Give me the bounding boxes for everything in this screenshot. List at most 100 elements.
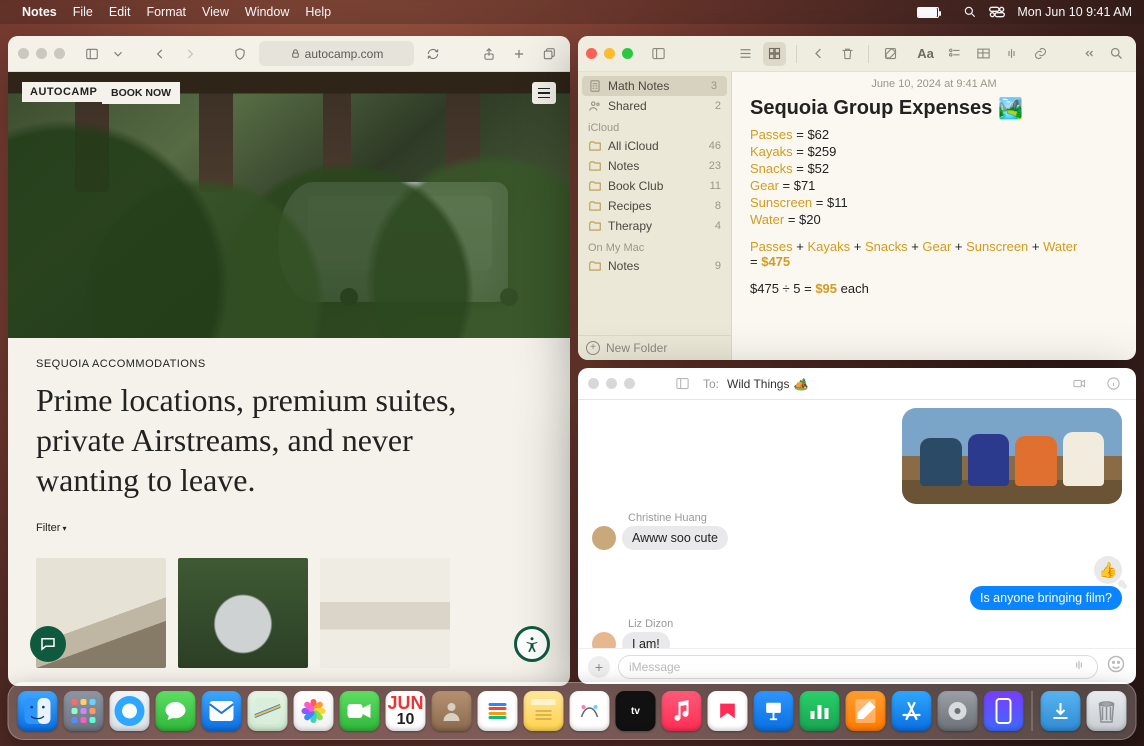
- sidebar-item-shared[interactable]: Shared 2: [578, 96, 731, 116]
- thumb-exterior[interactable]: [178, 558, 308, 668]
- sidebar-toggle-icon[interactable]: [81, 43, 103, 65]
- more-icon[interactable]: [1076, 42, 1099, 66]
- dock-app-store[interactable]: [892, 691, 932, 731]
- chevron-down-icon[interactable]: [111, 43, 125, 65]
- menu-format[interactable]: Format: [146, 5, 186, 19]
- table-icon[interactable]: [972, 42, 995, 66]
- apps-button[interactable]: +: [588, 656, 610, 678]
- safari-traffic-lights[interactable]: [18, 48, 65, 59]
- waveform-icon[interactable]: [1071, 658, 1087, 675]
- message-photo[interactable]: [902, 408, 1122, 504]
- avatar[interactable]: [592, 526, 616, 550]
- dock-finder[interactable]: [18, 691, 58, 731]
- share-icon[interactable]: [478, 43, 500, 65]
- folder-icon: [588, 139, 602, 153]
- back-icon[interactable]: [807, 42, 830, 66]
- sidebar-item-local-notes[interactable]: Notes9: [578, 256, 731, 276]
- expense-line: Snacks = $52: [750, 161, 1118, 176]
- info-icon[interactable]: [1100, 372, 1126, 396]
- messages-traffic-lights[interactable]: [588, 378, 635, 389]
- sidebar-section-icloud[interactable]: iCloud: [578, 116, 731, 136]
- reaction-bubble[interactable]: 👍: [1094, 556, 1122, 584]
- shield-icon[interactable]: [229, 43, 251, 65]
- menubar-clock[interactable]: Mon Jun 10 9:41 AM: [1017, 5, 1132, 19]
- chat-widget-icon[interactable]: [30, 626, 66, 662]
- dock-calendar[interactable]: JUN10: [386, 691, 426, 731]
- sidebar-toggle-icon[interactable]: [669, 372, 695, 396]
- dock-reminders[interactable]: [478, 691, 518, 731]
- note-content[interactable]: June 10, 2024 at 9:41 AM Sequoia Group E…: [732, 72, 1136, 360]
- facetime-icon[interactable]: [1066, 372, 1092, 396]
- menu-edit[interactable]: Edit: [109, 5, 131, 19]
- message-bubble[interactable]: Awww soo cute: [622, 526, 728, 550]
- thumb-bedroom[interactable]: [320, 558, 450, 668]
- dock-numbers[interactable]: [800, 691, 840, 731]
- avatar[interactable]: [592, 632, 616, 648]
- accessibility-icon[interactable]: [514, 626, 550, 662]
- menu-file[interactable]: File: [73, 5, 93, 19]
- dock-music[interactable]: [662, 691, 702, 731]
- dock-mail[interactable]: [202, 691, 242, 731]
- link-icon[interactable]: [1029, 42, 1052, 66]
- sidebar-toggle-icon[interactable]: [647, 42, 670, 66]
- to-name[interactable]: Wild Things🏕️: [727, 377, 808, 391]
- message-thread[interactable]: Christine HuangAwww soo cute👍Is anyone b…: [578, 400, 1136, 648]
- trash-icon[interactable]: [836, 42, 859, 66]
- sidebar-label: Math Notes: [608, 79, 669, 93]
- checklist-icon[interactable]: [943, 42, 966, 66]
- book-now-button[interactable]: BOOK NOW: [102, 82, 180, 104]
- forward-icon[interactable]: [179, 43, 201, 65]
- dock-launchpad[interactable]: [64, 691, 104, 731]
- battery-icon[interactable]: [917, 7, 939, 18]
- dock-pages[interactable]: [846, 691, 886, 731]
- dock-downloads[interactable]: [1041, 691, 1081, 731]
- dock-trash[interactable]: [1087, 691, 1127, 731]
- grid-view-icon[interactable]: [763, 42, 786, 66]
- sidebar-item-book-club[interactable]: Book Club11: [578, 176, 731, 196]
- new-tab-icon[interactable]: [508, 43, 530, 65]
- font-icon[interactable]: Aa: [914, 42, 937, 66]
- menu-window[interactable]: Window: [245, 5, 289, 19]
- list-view-icon[interactable]: [734, 42, 757, 66]
- site-logo[interactable]: AUTOCAMP: [22, 82, 105, 102]
- sidebar-item-recipes[interactable]: Recipes8: [578, 196, 731, 216]
- filter-button[interactable]: Filter: [36, 522, 542, 534]
- emoji-picker-icon[interactable]: [1106, 654, 1126, 679]
- dock-contacts[interactable]: [432, 691, 472, 731]
- sidebar-section-onmymac[interactable]: On My Mac: [578, 236, 731, 256]
- message-bubble[interactable]: Is anyone bringing film?: [970, 586, 1122, 610]
- spotlight-icon[interactable]: [963, 5, 977, 19]
- message-input[interactable]: iMessage: [618, 655, 1098, 679]
- back-icon[interactable]: [149, 43, 171, 65]
- dock-facetime[interactable]: [340, 691, 380, 731]
- menu-app[interactable]: Notes: [22, 5, 57, 19]
- reload-icon[interactable]: [422, 43, 444, 65]
- dock-safari[interactable]: [110, 691, 150, 731]
- control-center-icon[interactable]: [989, 6, 1005, 18]
- address-bar[interactable]: autocamp.com: [259, 41, 414, 66]
- menu-help[interactable]: Help: [305, 5, 331, 19]
- dock-tv[interactable]: tv: [616, 691, 656, 731]
- notes-traffic-lights[interactable]: [586, 48, 633, 59]
- sidebar-item-math-notes[interactable]: Math Notes 3: [582, 76, 727, 96]
- sidebar-item-therapy[interactable]: Therapy4: [578, 216, 731, 236]
- dock-iphone-mirroring[interactable]: [984, 691, 1024, 731]
- audio-icon[interactable]: [1001, 42, 1024, 66]
- search-icon[interactable]: [1105, 42, 1128, 66]
- compose-icon[interactable]: [879, 42, 902, 66]
- sidebar-item-all-icloud[interactable]: All iCloud46: [578, 136, 731, 156]
- tabs-icon[interactable]: [538, 43, 560, 65]
- dock-photos[interactable]: [294, 691, 334, 731]
- dock-maps[interactable]: [248, 691, 288, 731]
- dock-news[interactable]: [708, 691, 748, 731]
- dock-notes[interactable]: [524, 691, 564, 731]
- message-bubble[interactable]: I am!: [622, 632, 670, 648]
- dock-messages[interactable]: [156, 691, 196, 731]
- dock-system-settings[interactable]: [938, 691, 978, 731]
- dock-freeform[interactable]: [570, 691, 610, 731]
- hamburger-menu-icon[interactable]: [532, 82, 556, 104]
- menu-view[interactable]: View: [202, 5, 229, 19]
- sidebar-item-notes[interactable]: Notes23: [578, 156, 731, 176]
- dock-keynote[interactable]: [754, 691, 794, 731]
- new-folder-button[interactable]: +New Folder: [578, 335, 731, 360]
